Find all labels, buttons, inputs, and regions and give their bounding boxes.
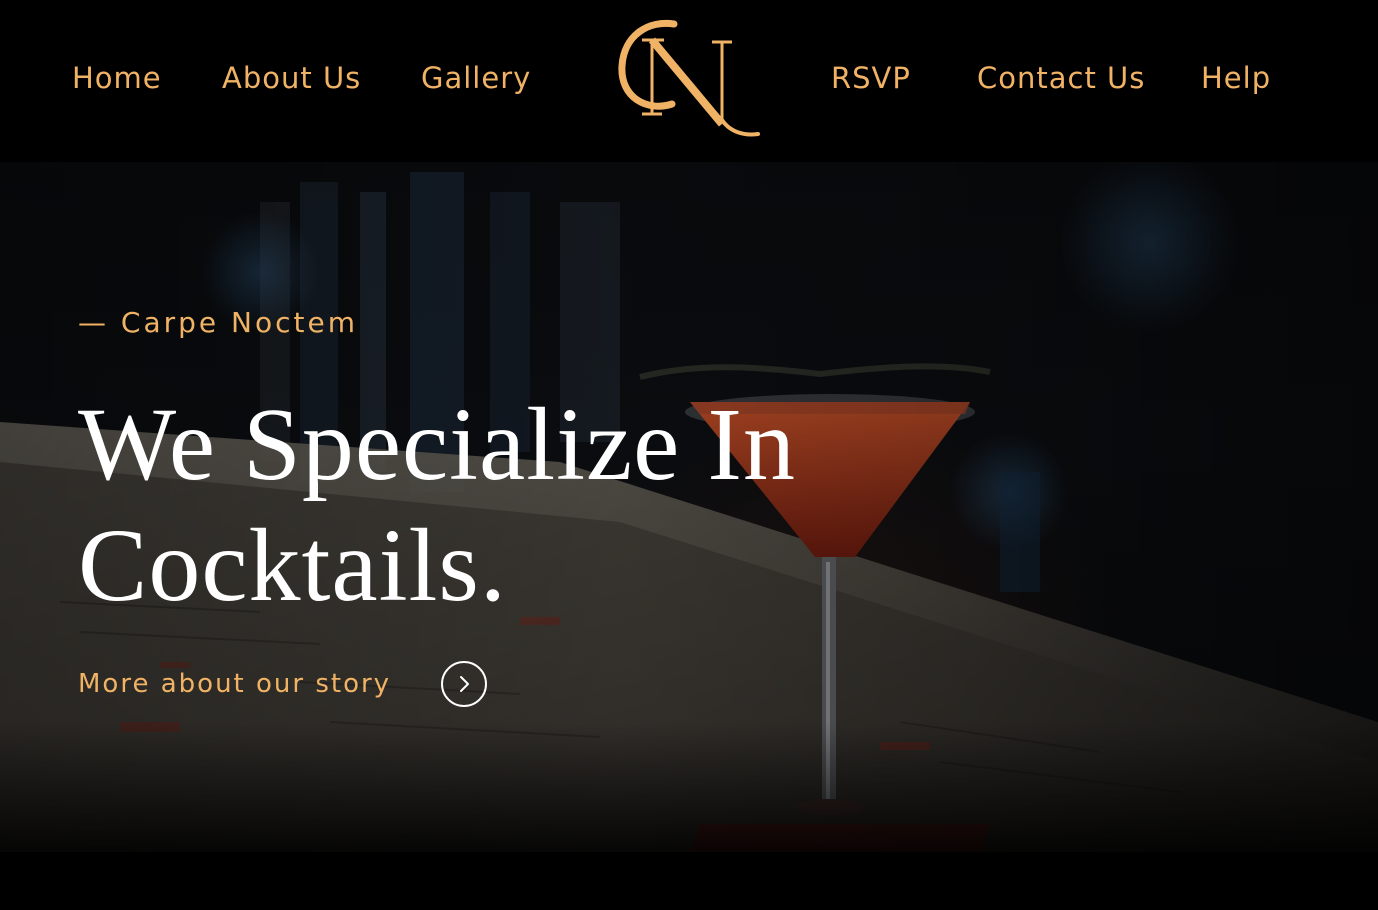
cn-monogram-logo[interactable] — [612, 16, 764, 142]
nav-home[interactable]: Home — [72, 56, 162, 100]
chevron-right-icon — [460, 676, 470, 692]
story-link-label: More about our story — [78, 669, 392, 699]
logo-icon — [618, 19, 760, 137]
nav-contact-us[interactable]: Contact Us — [977, 56, 1145, 100]
site-header: Home About Us Gallery RSVP Contact Us He… — [0, 0, 1378, 162]
headline-line-2: Cocktails. — [78, 508, 507, 623]
chevron-right-circle-icon[interactable] — [441, 661, 488, 707]
bottom-strip — [0, 852, 1378, 910]
headline-line-1: We Specialize In — [78, 387, 796, 502]
nav-about-us[interactable]: About Us — [222, 56, 361, 100]
nav-rsvp[interactable]: RSVP — [831, 56, 911, 100]
hero-tagline: — Carpe Noctem — [78, 306, 358, 339]
hero-section: — Carpe Noctem We Specialize In Cocktail… — [0, 162, 1378, 852]
nav-gallery[interactable]: Gallery — [421, 56, 531, 100]
nav-help[interactable]: Help — [1201, 56, 1271, 100]
more-about-story-link[interactable]: More about our story — [78, 658, 488, 710]
hero-headline: We Specialize In Cocktails. — [78, 384, 978, 626]
